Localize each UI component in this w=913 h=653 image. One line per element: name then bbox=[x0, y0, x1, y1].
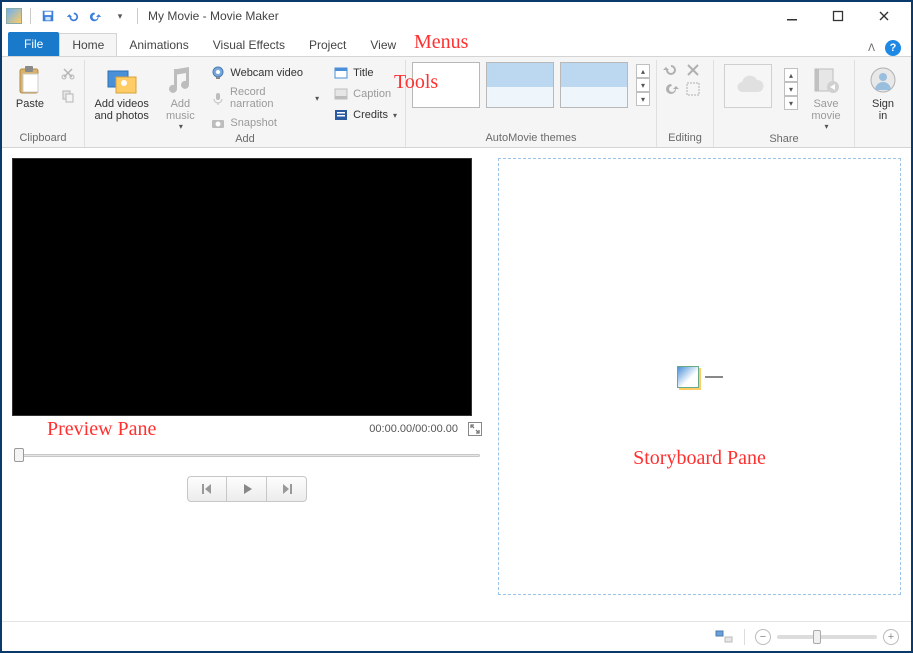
share-gallery-more[interactable]: ▾ bbox=[784, 96, 798, 110]
paste-button[interactable]: Paste bbox=[8, 62, 52, 112]
annotation-storyboard: Storyboard Pane bbox=[633, 447, 766, 470]
add-music-button[interactable]: Add music ▾ bbox=[158, 62, 202, 133]
timecode: 00:00.00/00:00.00 bbox=[369, 423, 458, 435]
credits-button[interactable]: Credits▾ bbox=[331, 106, 399, 124]
group-add: Add videos and photos Add music ▾ Webcam… bbox=[85, 60, 406, 147]
prev-frame-button[interactable] bbox=[187, 476, 227, 502]
zoom-in-button[interactable]: + bbox=[883, 629, 899, 645]
preview-slider[interactable] bbox=[14, 452, 480, 460]
view-toggle-button[interactable] bbox=[714, 628, 734, 646]
fullscreen-button[interactable] bbox=[468, 422, 482, 436]
group-automovie: ▴ ▾ ▾ AutoMovie themes bbox=[406, 60, 657, 147]
add-media-icon bbox=[106, 64, 138, 96]
rotate-left-button[interactable] bbox=[663, 62, 679, 78]
storyboard-placeholder bbox=[677, 366, 723, 388]
qat-customize[interactable]: ▾ bbox=[111, 7, 129, 25]
tab-home[interactable]: Home bbox=[59, 33, 117, 56]
annotation-tools: Tools bbox=[394, 71, 438, 94]
minimize-button[interactable] bbox=[769, 3, 815, 29]
theme-thumb-2[interactable] bbox=[486, 62, 554, 108]
camera-icon bbox=[210, 115, 226, 131]
collapse-ribbon-button[interactable]: ᐱ bbox=[868, 43, 875, 54]
record-narration-button[interactable]: Record narration▾ bbox=[208, 85, 321, 111]
zoom-out-button[interactable]: − bbox=[755, 629, 771, 645]
share-gallery-up[interactable]: ▴ bbox=[784, 68, 798, 82]
status-bar: − + bbox=[2, 621, 911, 651]
tab-animations[interactable]: Animations bbox=[117, 34, 200, 56]
webcam-video-button[interactable]: Webcam video bbox=[208, 64, 321, 82]
qat-save-button[interactable] bbox=[39, 7, 57, 25]
cloud-icon bbox=[724, 64, 772, 108]
annotation-menus: Menus bbox=[414, 31, 468, 54]
gallery-down-button[interactable]: ▾ bbox=[636, 78, 650, 92]
titlebar: ▾ My Movie - Movie Maker bbox=[2, 2, 911, 30]
window-title: My Movie - Movie Maker bbox=[148, 9, 279, 23]
ribbon: Tools Paste Clipboard Add videos and bbox=[2, 56, 911, 148]
group-share: ▴ ▾ ▾ Save movie ▾ Share bbox=[714, 60, 855, 147]
music-icon bbox=[164, 64, 196, 96]
preview-screen bbox=[12, 158, 472, 416]
credits-icon bbox=[333, 107, 349, 123]
user-icon bbox=[867, 64, 899, 96]
preview-pane: Preview Pane 00:00.00/00:00.00 bbox=[12, 158, 482, 615]
add-videos-photos-button[interactable]: Add videos and photos bbox=[91, 62, 152, 124]
title-button[interactable]: Title bbox=[331, 64, 399, 82]
mic-icon bbox=[210, 90, 226, 106]
copy-icon bbox=[60, 88, 76, 104]
theme-thumb-3[interactable] bbox=[560, 62, 628, 108]
select-all-button[interactable] bbox=[685, 81, 701, 97]
maximize-button[interactable] bbox=[815, 3, 861, 29]
annotation-preview: Preview Pane bbox=[47, 418, 156, 441]
gallery-up-button[interactable]: ▴ bbox=[636, 64, 650, 78]
save-movie-icon bbox=[810, 64, 842, 96]
title-icon bbox=[333, 65, 349, 81]
qat-undo-button[interactable] bbox=[63, 7, 81, 25]
sign-in-button[interactable]: Sign in bbox=[861, 62, 905, 124]
menu-bar: File Home Animations Visual Effects Proj… bbox=[2, 30, 911, 56]
tab-visual-effects[interactable]: Visual Effects bbox=[201, 34, 297, 56]
help-button[interactable]: ? bbox=[885, 40, 901, 56]
tab-project[interactable]: Project bbox=[297, 34, 358, 56]
scissors-icon bbox=[60, 65, 76, 81]
tab-file[interactable]: File bbox=[8, 32, 59, 56]
gallery-more-button[interactable]: ▾ bbox=[636, 92, 650, 106]
remove-button[interactable] bbox=[685, 62, 701, 78]
add-videos-label: Add videos and photos bbox=[94, 98, 148, 122]
caption-icon bbox=[333, 86, 349, 102]
webcam-icon bbox=[210, 65, 226, 81]
save-movie-button[interactable]: Save movie ▾ bbox=[804, 62, 848, 133]
automovie-gallery[interactable]: ▴ ▾ ▾ bbox=[412, 62, 650, 108]
close-button[interactable] bbox=[861, 3, 907, 29]
share-gallery-down[interactable]: ▾ bbox=[784, 82, 798, 96]
next-frame-button[interactable] bbox=[267, 476, 307, 502]
clipboard-icon bbox=[14, 64, 46, 96]
zoom-slider[interactable] bbox=[777, 635, 877, 639]
group-signin: Sign in bbox=[855, 60, 911, 147]
film-icon bbox=[677, 366, 699, 388]
storyboard-pane[interactable]: Storyboard Pane bbox=[498, 158, 901, 595]
zoom-slider-thumb[interactable] bbox=[813, 630, 821, 644]
qat-redo-button[interactable] bbox=[87, 7, 105, 25]
tab-view[interactable]: View bbox=[358, 34, 408, 56]
group-clipboard: Paste Clipboard bbox=[2, 60, 85, 147]
slider-thumb[interactable] bbox=[14, 448, 24, 462]
app-icon bbox=[6, 8, 22, 24]
group-editing: Editing bbox=[657, 60, 714, 147]
skydrive-button[interactable] bbox=[720, 62, 776, 110]
snapshot-button[interactable]: Snapshot bbox=[208, 114, 321, 132]
rotate-right-button[interactable] bbox=[663, 81, 679, 97]
copy-button[interactable] bbox=[58, 87, 78, 105]
play-button[interactable] bbox=[227, 476, 267, 502]
caption-button[interactable]: Caption bbox=[331, 85, 399, 103]
cut-button[interactable] bbox=[58, 64, 78, 82]
